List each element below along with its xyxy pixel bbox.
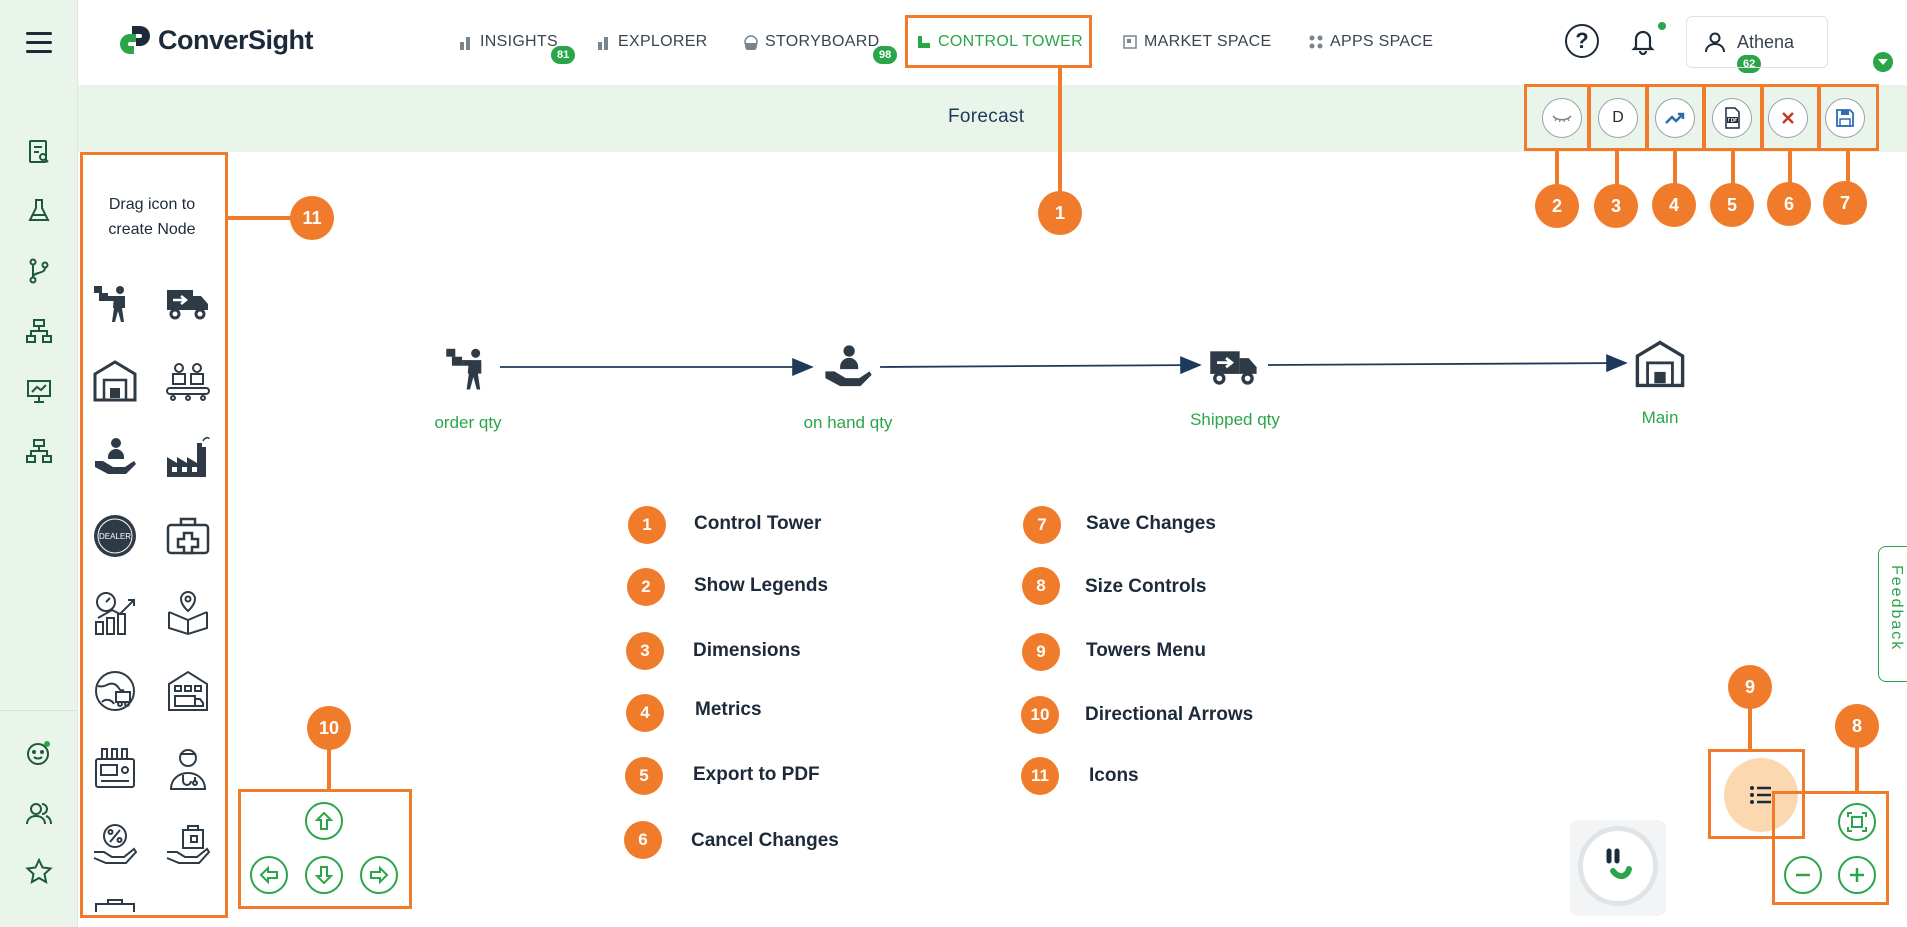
annotation-line (327, 748, 331, 789)
feedback-tab[interactable]: Feedback (1878, 546, 1907, 682)
annotation-line (1855, 748, 1859, 791)
legend-number: 11 (1021, 757, 1059, 795)
legend-number: 3 (626, 632, 664, 670)
flow-node-label: on hand qty (803, 413, 893, 432)
annotation-box-icons (80, 152, 228, 918)
legend-number: 5 (625, 757, 663, 795)
flow-node-order-qty[interactable] (444, 342, 496, 394)
legend-number: 2 (627, 568, 665, 606)
annotation-line (1748, 708, 1752, 749)
legend-number: 1 (628, 506, 666, 544)
annotation-number: 5 (1710, 183, 1754, 227)
annotation-number: 7 (1823, 181, 1867, 225)
annotation-divider (1645, 84, 1649, 151)
legend-number: 8 (1022, 567, 1060, 605)
annotation-number: 10 (307, 706, 351, 750)
annotation-number: 8 (1835, 704, 1879, 748)
legend-number: 4 (626, 694, 664, 732)
flow-node-main[interactable] (1634, 338, 1686, 390)
legend-number: 9 (1022, 633, 1060, 671)
legend-number: 7 (1023, 506, 1061, 544)
flow-node-label: Shipped qty (1190, 410, 1280, 429)
legend-label: Size Controls (1085, 576, 1207, 597)
annotation-box-control-tower (905, 15, 1092, 68)
annotation-number: 2 (1535, 184, 1579, 228)
legend-label: Dimensions (693, 640, 801, 661)
annotation-number: 9 (1728, 665, 1772, 709)
annotation-number: 1 (1038, 191, 1082, 235)
annotation-line (228, 216, 292, 220)
annotation-line (1673, 151, 1677, 186)
feedback-label: Feedback (1888, 565, 1905, 652)
legend-label: Metrics (695, 699, 762, 720)
legend-label: Export to PDF (693, 764, 820, 785)
flow-node-label: Main (1641, 408, 1679, 427)
annotation-line (1615, 151, 1619, 186)
legend-number: 10 (1021, 696, 1059, 734)
annotation-divider (1760, 84, 1764, 151)
chatbot-logo-icon (1606, 848, 1632, 879)
annotation-number: 6 (1767, 182, 1811, 226)
legend-label: Cancel Changes (691, 830, 839, 851)
annotation-line (1731, 151, 1735, 186)
annotation-line (1555, 151, 1559, 186)
flow-node-shipped-qty[interactable] (1208, 340, 1260, 392)
legend-label: Towers Menu (1086, 640, 1206, 661)
annotation-divider (1587, 84, 1591, 151)
annotation-line (1788, 151, 1792, 186)
annotation-number: 11 (290, 196, 334, 240)
flow-node-on-hand-qty[interactable] (822, 342, 874, 394)
annotation-divider (1817, 84, 1821, 151)
annotation-box-size-controls (1772, 791, 1889, 905)
annotation-box-arrows (238, 789, 412, 909)
edge-onhand-to-shipped (879, 356, 1202, 375)
legend-number: 6 (624, 821, 662, 859)
legend-label: Save Changes (1086, 513, 1216, 534)
annotation-line (1058, 68, 1062, 192)
chatbot-launcher[interactable] (1570, 820, 1666, 916)
annotation-number: 3 (1594, 184, 1638, 228)
annotation-number: 4 (1652, 183, 1696, 227)
legend-label: Directional Arrows (1085, 704, 1254, 725)
flow-node-label: order qty (434, 413, 502, 432)
annotation-divider (1702, 84, 1706, 151)
app-root: ConverSight INSIGHTS 81 EXPLORER STORYBO… (0, 0, 1907, 927)
edge-shipped-to-main (1267, 354, 1628, 373)
chatbot-ring (1578, 826, 1658, 906)
legend-label: Icons (1089, 765, 1139, 786)
legend-label: Control Tower (694, 513, 822, 534)
legend-label: Show Legends (694, 575, 829, 596)
